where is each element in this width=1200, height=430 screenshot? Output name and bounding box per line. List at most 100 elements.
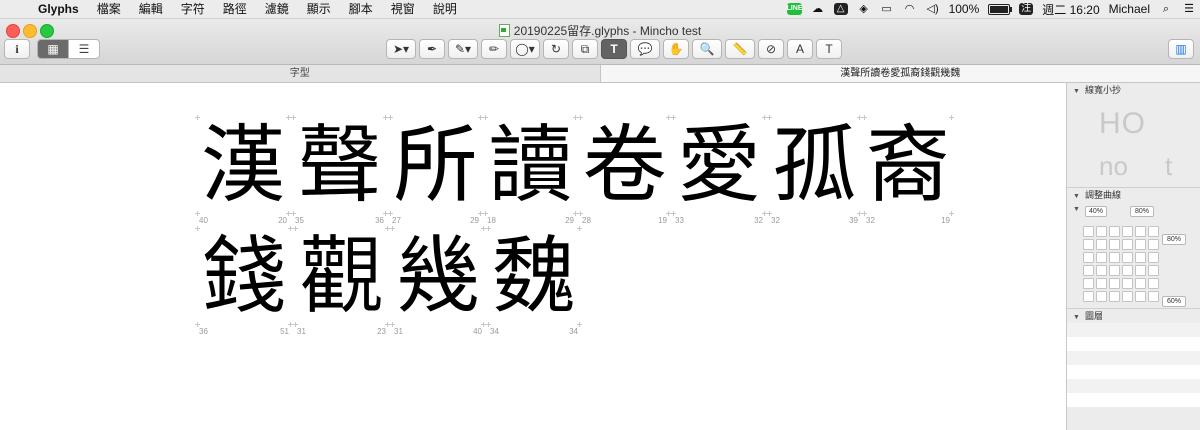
curve-grid-cell[interactable] [1122,291,1133,302]
curve-grid-cell[interactable] [1083,278,1094,289]
components-tool-button[interactable]: A [787,39,813,59]
curve-grid-cell[interactable] [1109,226,1120,237]
glyph-cell[interactable]: 卷 28 19 [578,115,671,225]
annotation-tool-button[interactable]: 💬 [630,39,660,59]
panel-header-adjust-curves[interactable]: ▼ 調整曲線 [1067,188,1200,202]
menu-file[interactable]: 檔案 [88,0,130,18]
menu-window[interactable]: 視窗 [382,0,424,18]
glyph-cell[interactable]: 魏 34 34 [486,226,582,336]
knife-tool-button[interactable]: ⊘ [758,39,784,59]
draw-tool-button[interactable]: ✒ [419,39,445,59]
glyph-outline[interactable]: 愛 [671,115,767,215]
left-sidebearing[interactable]: 28 [582,216,591,225]
curve-grid-cell[interactable] [1083,239,1094,250]
menu-edit[interactable]: 編輯 [130,0,172,18]
menu-filter[interactable]: 濾鏡 [256,0,298,18]
glyph-outline[interactable]: 裔 [862,115,954,215]
curve-grid-cell[interactable] [1083,226,1094,237]
curve-grid-cell[interactable] [1135,265,1146,276]
curve-grid-cell[interactable] [1096,226,1107,237]
curve-grid-cell[interactable] [1148,278,1159,289]
info-button[interactable]: i [4,39,30,59]
list-item[interactable] [1067,351,1200,365]
disclosure-triangle-icon[interactable]: ▼ [1073,206,1080,213]
left-sidebearing[interactable]: 32 [866,216,875,225]
left-sidebearing[interactable]: 35 [295,216,304,225]
curve-grid[interactable] [1083,226,1159,302]
curve-grid-cell[interactable] [1109,252,1120,263]
menu-glyph[interactable]: 字符 [172,0,214,18]
curve-right-bottom-field[interactable]: 60% [1162,296,1186,307]
curve-grid-cell[interactable] [1148,291,1159,302]
layers-list[interactable] [1067,323,1200,407]
list-item[interactable] [1067,337,1200,351]
glyph-outline[interactable]: 魏 [486,226,582,326]
curve-grid-cell[interactable] [1148,265,1159,276]
wifi-icon[interactable]: ◠ [903,3,917,15]
right-sidebearing[interactable]: 29 [565,216,574,225]
grid-view-button[interactable]: ▦ [38,40,69,58]
glyph-cell[interactable]: 錢 36 51 [195,226,293,336]
glyph-cell[interactable]: 漢 40 20 [195,115,291,225]
curve-grid-cell[interactable] [1096,239,1107,250]
glyph-cell[interactable]: 愛 33 32 [671,115,767,225]
input-method-icon[interactable]: 注 [1019,3,1034,15]
right-sidebearing[interactable]: 39 [849,216,858,225]
curve-grid-cell[interactable] [1122,226,1133,237]
glyph-outline[interactable]: 漢 [195,115,291,215]
menu-view[interactable]: 顯示 [298,0,340,18]
shape-tool-button[interactable]: ◯▾ [510,39,540,59]
curve-grid-cell[interactable] [1083,291,1094,302]
list-view-button[interactable]: ☰ [69,40,99,58]
airplay-icon[interactable]: ▭ [880,3,894,15]
curve-grid-cell[interactable] [1148,226,1159,237]
list-item[interactable] [1067,365,1200,379]
left-sidebearing[interactable]: 34 [490,327,499,336]
dropbox-icon[interactable]: ◈ [857,3,871,15]
curve-grid-cell[interactable] [1109,278,1120,289]
left-sidebearing[interactable]: 36 [199,327,208,336]
left-sidebearing[interactable]: 27 [392,216,401,225]
curve-left-field[interactable]: 40% [1085,206,1107,217]
panel-header-layers[interactable]: ▼ 圖層 [1067,309,1200,323]
list-item[interactable] [1067,379,1200,393]
rotate-tool-button[interactable]: ↻ [543,39,569,59]
right-sidebearing[interactable]: 19 [658,216,667,225]
curve-top-field[interactable]: 80% [1130,206,1154,217]
glyph-cell[interactable]: 讀 18 29 [483,115,578,225]
select-tool-button[interactable]: ➤▾ [386,39,416,59]
glyph-cell[interactable]: 聲 35 36 [291,115,388,225]
right-sidebearing[interactable]: 19 [941,216,950,225]
tab-font[interactable]: 字型 [0,65,600,82]
list-item[interactable] [1067,393,1200,407]
right-sidebearing[interactable]: 20 [278,216,287,225]
right-sidebearing[interactable]: 23 [377,327,386,336]
tab-edit-text[interactable]: 漢聲所讀卷愛孤裔錢觀幾魏 [599,65,1200,82]
sidebar-toggle-button[interactable]: ▥ [1168,39,1194,59]
curve-grid-cell[interactable] [1096,252,1107,263]
glyph-cell[interactable]: 裔 32 19 [862,115,954,225]
left-sidebearing[interactable]: 18 [487,216,496,225]
curve-grid-cell[interactable] [1083,265,1094,276]
glyph-outline[interactable]: 讀 [483,115,578,215]
edit-canvas[interactable]: 漢 40 20 聲 35 36 所 27 29 讀 18 29 卷 28 19 愛 33 32 孤 32 39 裔 32 19… [0,83,1066,430]
menu-script[interactable]: 腳本 [340,0,382,18]
volume-icon[interactable]: ◁) [926,3,940,15]
glyph-cell[interactable]: 孤 32 39 [767,115,862,225]
glyph-cell[interactable]: 所 27 29 [388,115,483,225]
right-sidebearing[interactable]: 40 [473,327,482,336]
left-sidebearing[interactable]: 31 [297,327,306,336]
curve-grid-cell[interactable] [1122,239,1133,250]
left-sidebearing[interactable]: 40 [199,216,208,225]
curve-grid-cell[interactable] [1135,226,1146,237]
glyph-cell[interactable]: 幾 31 40 [390,226,486,336]
curve-grid-cell[interactable] [1135,291,1146,302]
right-sidebearing[interactable]: 32 [754,216,763,225]
creative-cloud-icon[interactable]: ☁ [811,3,825,15]
curve-grid-cell[interactable] [1096,265,1107,276]
right-sidebearing[interactable]: 34 [569,327,578,336]
curve-grid-cell[interactable] [1122,265,1133,276]
right-sidebearing[interactable]: 51 [280,327,289,336]
right-sidebearing[interactable]: 36 [375,216,384,225]
list-item[interactable] [1067,323,1200,337]
